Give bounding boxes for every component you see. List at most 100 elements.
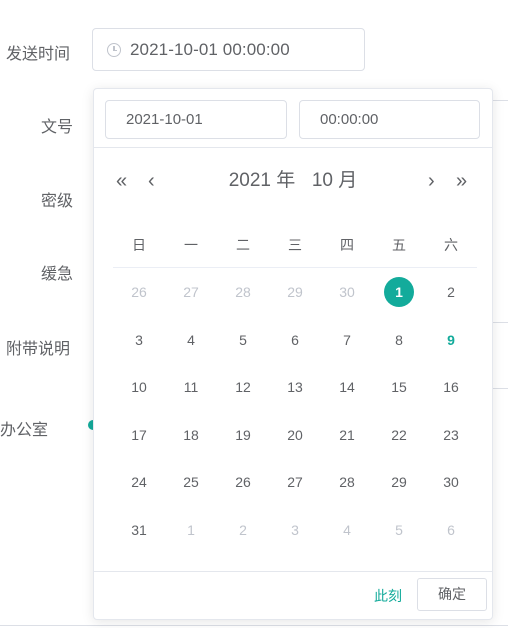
day-number: 13	[287, 379, 303, 395]
day-number: 27	[287, 474, 303, 490]
picker-footer: 此刻 确定	[94, 571, 492, 619]
day-cell[interactable]: 6	[269, 324, 321, 356]
day-number: 12	[235, 379, 251, 395]
day-cell[interactable]: 27	[269, 466, 321, 498]
year-label[interactable]: 2021 年	[229, 170, 296, 191]
day-cell-today[interactable]: 9	[425, 324, 477, 356]
day-cell[interactable]: 22	[373, 419, 425, 451]
day-number: 6	[447, 521, 455, 538]
datetime-picker-panel: 2021-10-01 00:00:00 « ‹ 2021 年 10 月 › » …	[93, 88, 493, 620]
day-number: 20	[287, 426, 303, 443]
day-number: 3	[291, 521, 299, 538]
day-number: 2	[239, 521, 247, 538]
day-cell[interactable]: 16	[425, 371, 477, 403]
day-number: 23	[443, 426, 459, 443]
day-cell[interactable]: 12	[217, 371, 269, 403]
weekday-label: 日	[132, 237, 146, 253]
day-cell[interactable]: 2	[425, 276, 477, 308]
day-number: 15	[391, 379, 407, 395]
day-cell[interactable]: 20	[269, 419, 321, 451]
day-cell[interactable]: 5	[373, 514, 425, 546]
day-cell[interactable]: 2	[217, 514, 269, 546]
field-border-bg	[492, 100, 508, 101]
day-number: 3	[135, 331, 143, 348]
weekday-label: 六	[444, 237, 458, 253]
label-send-time: 发送时间	[6, 46, 71, 63]
day-number: 10	[131, 379, 147, 395]
day-number: 4	[343, 521, 351, 538]
day-cell[interactable]: 6	[425, 514, 477, 546]
day-cell[interactable]: 30	[321, 276, 373, 308]
day-cell[interactable]: 19	[217, 419, 269, 451]
day-number: 1	[187, 521, 195, 538]
next-year-button[interactable]: »	[456, 163, 467, 199]
day-cell[interactable]: 29	[269, 276, 321, 308]
day-cell[interactable]: 29	[373, 466, 425, 498]
day-number: 30	[339, 284, 355, 300]
day-number: 22	[391, 426, 407, 443]
day-cell[interactable]: 3	[269, 514, 321, 546]
day-number: 30	[443, 474, 459, 490]
day-cell[interactable]: 18	[165, 419, 217, 451]
day-cell[interactable]: 15	[373, 371, 425, 403]
day-cell[interactable]: 14	[321, 371, 373, 403]
day-number: 1	[384, 277, 414, 307]
day-number: 21	[339, 426, 355, 443]
day-number: 7	[343, 331, 351, 348]
day-cell-selected[interactable]: 1	[373, 276, 425, 308]
day-cell[interactable]: 26	[217, 466, 269, 498]
day-number: 8	[395, 331, 403, 348]
day-cell[interactable]: 31	[113, 514, 165, 546]
calendar-header: « ‹ 2021 年 10 月 › »	[94, 163, 492, 199]
day-number: 5	[239, 331, 247, 348]
clock-icon	[107, 42, 121, 57]
next-month-button[interactable]: ›	[428, 163, 435, 199]
day-number: 27	[183, 284, 199, 300]
day-cell[interactable]: 1	[165, 514, 217, 546]
weekday-label: 三	[288, 237, 302, 253]
day-number: 29	[391, 474, 407, 490]
field-border-bg	[492, 322, 508, 323]
day-cell[interactable]: 5	[217, 324, 269, 356]
day-cell[interactable]: 23	[425, 419, 477, 451]
day-number: 4	[187, 331, 195, 348]
send-time-value: 2021-10-01 00:00:00	[130, 39, 290, 59]
day-cell[interactable]: 13	[269, 371, 321, 403]
day-cell[interactable]: 24	[113, 466, 165, 498]
day-number: 6	[291, 331, 299, 348]
day-cell[interactable]: 30	[425, 466, 477, 498]
day-cell[interactable]: 27	[165, 276, 217, 308]
label-urgency: 缓急	[41, 266, 74, 283]
day-cell[interactable]: 28	[321, 466, 373, 498]
day-cell[interactable]: 8	[373, 324, 425, 356]
day-cell[interactable]: 25	[165, 466, 217, 498]
send-time-input[interactable]: 2021-10-01 00:00:00	[92, 28, 365, 71]
day-number: 28	[339, 474, 355, 490]
label-doc-number: 文号	[41, 119, 74, 136]
picker-date-input[interactable]: 2021-10-01	[105, 100, 287, 139]
day-cell[interactable]: 21	[321, 419, 373, 451]
day-cell[interactable]: 7	[321, 324, 373, 356]
month-label[interactable]: 10 月	[312, 170, 357, 191]
day-cell[interactable]: 11	[165, 371, 217, 403]
weekday-label: 二	[236, 237, 250, 253]
now-button[interactable]: 此刻	[374, 586, 402, 606]
day-cell[interactable]: 17	[113, 419, 165, 451]
day-cell[interactable]: 10	[113, 371, 165, 403]
day-cell[interactable]: 4	[165, 324, 217, 356]
field-border-bg	[492, 388, 508, 389]
day-number: 5	[395, 521, 403, 538]
picker-time-header: 2021-10-01 00:00:00	[94, 89, 492, 148]
confirm-button[interactable]: 确定	[417, 578, 487, 611]
weekday-label: 一	[184, 237, 198, 253]
day-cell[interactable]: 4	[321, 514, 373, 546]
day-cell[interactable]: 3	[113, 324, 165, 356]
day-number: 19	[235, 426, 251, 443]
day-cell[interactable]: 28	[217, 276, 269, 308]
page-divider	[0, 625, 508, 626]
day-number: 24	[131, 474, 147, 490]
picker-time-input[interactable]: 00:00:00	[299, 100, 480, 139]
day-cell[interactable]: 26	[113, 276, 165, 308]
day-number: 25	[183, 474, 199, 490]
day-number: 31	[131, 521, 147, 538]
